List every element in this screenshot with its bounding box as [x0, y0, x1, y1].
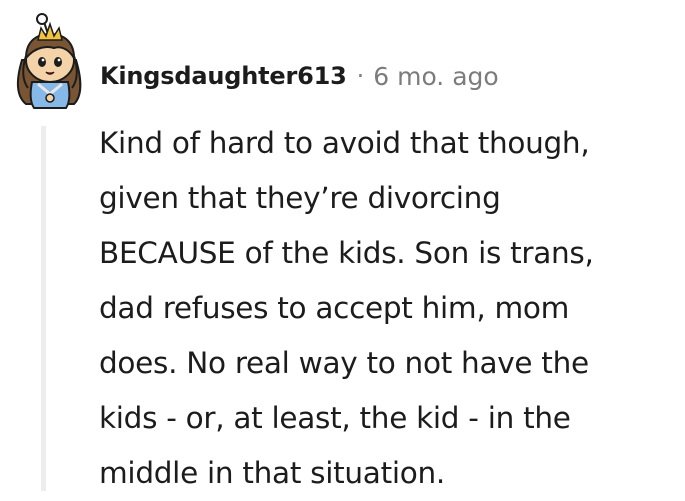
- comment-line: middle in that situation.: [99, 456, 445, 490]
- comment-line: does. No real way to not have the: [99, 346, 589, 380]
- meta-separator: ·: [356, 62, 365, 90]
- comment-line: kids - or, at least, the kid - in the: [99, 401, 571, 435]
- username-link[interactable]: Kingsdaughter613: [100, 62, 347, 90]
- comment-line: given that they’re divorcing: [99, 181, 501, 215]
- comment-line: Kind of hard to avoid that though,: [99, 126, 590, 160]
- comment: Kingsdaughter613 · 6 mo. ago Kind of har…: [0, 0, 685, 491]
- timestamp-link[interactable]: 6 mo. ago: [373, 62, 498, 91]
- thread-collapse-line[interactable]: [41, 126, 46, 491]
- user-avatar-icon[interactable]: [8, 10, 92, 110]
- comment-line: dad refuses to accept him, mom: [99, 291, 570, 325]
- comment-header: Kingsdaughter613 · 6 mo. ago: [100, 58, 499, 94]
- comment-line: BECAUSE of the kids. Son is trans,: [99, 236, 594, 270]
- comment-body: Kind of hard to avoid that though, given…: [99, 116, 674, 501]
